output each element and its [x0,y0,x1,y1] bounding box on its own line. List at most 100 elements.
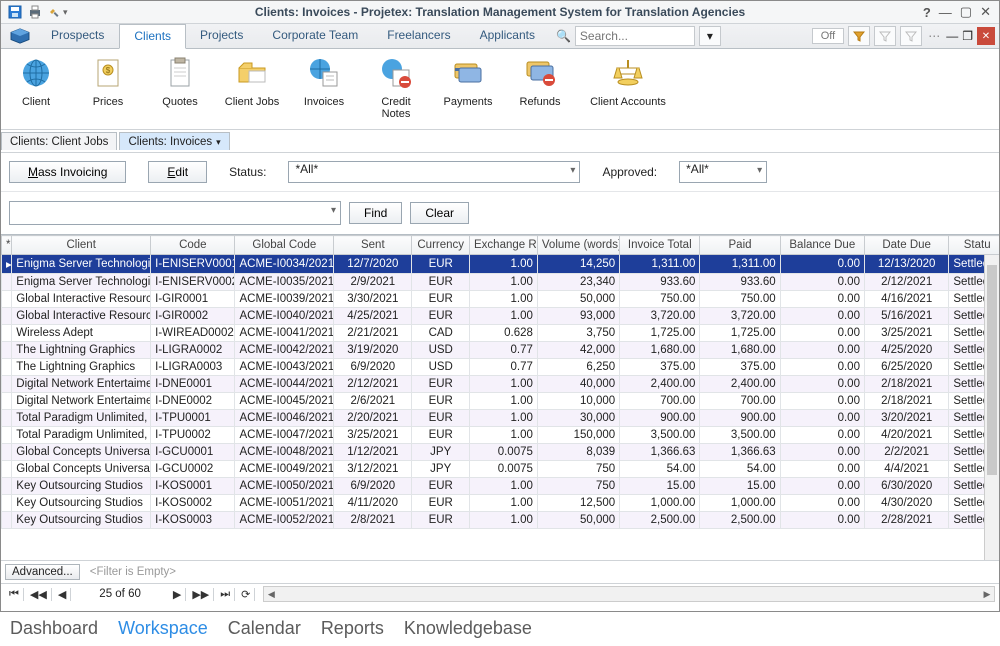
window-title: Clients: Invoices - Projetex: Translatio… [1,5,999,19]
col-status[interactable]: Statu [949,236,999,255]
maximize-icon[interactable]: ▢ [960,4,972,20]
table-row[interactable]: Global Interactive ResourceI-GIR0001ACME… [2,291,1000,308]
horizontal-scrollbar[interactable]: ◀▶ [263,586,995,602]
funnel-off-2-icon[interactable] [900,26,922,46]
payments-icon [448,53,488,93]
inner-restore-icon[interactable]: ❐ [962,29,973,43]
table-row[interactable]: Global Concepts UniversalI-GCU0001ACME-I… [2,444,1000,461]
col-exchange-rate[interactable]: Exchange Ra [470,236,538,255]
ribbon-client-accounts[interactable]: Client Accounts [583,53,673,108]
table-row[interactable]: Key Outsourcing StudiosI-KOS0002ACME-I00… [2,495,1000,512]
mass-invoicing-button[interactable]: Mass Invoicing [9,161,126,183]
globe-icon [16,53,56,93]
minimize-icon[interactable]: — [939,5,952,20]
clear-button[interactable]: Clear [410,202,469,224]
nav-refresh-icon[interactable]: ⟳ [237,588,255,601]
ribbon-client-jobs[interactable]: Client Jobs [223,53,281,108]
table-row[interactable]: Global Concepts UniversalI-GCU0002ACME-I… [2,461,1000,478]
col-volume[interactable]: Volume (words) [537,236,619,255]
ribbon-quotes[interactable]: Quotes [151,53,209,108]
table-row[interactable]: Total Paradigm Unlimited, II-TPU0002ACME… [2,427,1000,444]
approved-combo[interactable]: *All*▾ [679,161,767,183]
edit-button[interactable]: Edit [148,161,207,183]
table-row[interactable]: The Lightning GraphicsI-LIGRA0003ACME-I0… [2,359,1000,376]
table-row[interactable]: Enigma Server TechnologiesI-ENISERV0002A… [2,274,1000,291]
ribbon-prices[interactable]: $ Prices [79,53,137,108]
vertical-scrollbar[interactable] [984,255,999,560]
inner-close-icon[interactable]: ✕ [977,27,995,45]
svg-text:$: $ [106,66,111,75]
nav-prev-page-icon[interactable]: ◀◀ [26,588,52,601]
filter-toggle-icon[interactable] [848,26,870,46]
title-bar: ▾ Clients: Invoices - Projetex: Translat… [1,1,999,24]
table-row[interactable]: Total Paradigm Unlimited, II-TPU0001ACME… [2,410,1000,427]
table-row[interactable]: Key Outsourcing StudiosI-KOS0003ACME-I00… [2,512,1000,529]
col-global-code[interactable]: Global Code [235,236,334,255]
view-subtabs: Clients: Client Jobs Clients: Invoices▾ [1,130,999,153]
ribbon-credit-notes[interactable]: Credit Notes [367,53,425,120]
status-combo[interactable]: *All*▾ [288,161,580,183]
tab-prospects[interactable]: Prospects [37,24,119,48]
invoice-grid: * Client Code Global Code Sent Currency … [1,234,999,560]
table-row[interactable]: The Lightning GraphicsI-LIGRA0002ACME-I0… [2,342,1000,359]
bn-dashboard[interactable]: Dashboard [10,618,98,639]
close-icon[interactable]: ✕ [980,4,991,20]
help-icon[interactable]: ? [923,5,931,20]
app-icon[interactable] [3,24,37,48]
table-row[interactable]: Key Outsourcing StudiosI-KOS0001ACME-I00… [2,478,1000,495]
table-row[interactable]: ▸Enigma Server TechnologiesI-ENISERV0001… [2,255,1000,274]
tab-applicants[interactable]: Applicants [466,24,550,48]
col-indicator[interactable]: * [2,236,12,255]
col-paid[interactable]: Paid [700,236,780,255]
search-dropdown-icon[interactable]: ▾ [699,26,721,46]
bn-reports[interactable]: Reports [321,618,384,639]
tab-projects[interactable]: Projects [186,24,258,48]
table-row[interactable]: Global Interactive ResourceI-GIR0002ACME… [2,308,1000,325]
table-row[interactable]: Digital Network EntertaimeI-DNE0001ACME-… [2,376,1000,393]
approved-label: Approved: [602,165,657,179]
subtab-clients-invoices[interactable]: Clients: Invoices▾ [119,132,229,150]
overflow-icon[interactable]: ⋯ [926,29,942,43]
status-off-toggle[interactable]: Off [812,28,844,44]
subtab-client-jobs[interactable]: Clients: Client Jobs [1,132,117,150]
chevron-down-icon[interactable]: ▾ [216,137,221,147]
bn-knowledgebase[interactable]: Knowledgebase [404,618,532,639]
ribbon-invoices[interactable]: Invoices [295,53,353,108]
ribbon-refunds[interactable]: Refunds [511,53,569,108]
col-balance-due[interactable]: Balance Due [780,236,864,255]
nav-prev-icon[interactable]: ◀ [54,588,71,601]
bn-calendar[interactable]: Calendar [228,618,301,639]
ribbon-payments[interactable]: Payments [439,53,497,108]
ribbon-client[interactable]: Client [7,53,65,108]
tab-clients[interactable]: Clients [119,24,186,49]
quick-save-icon[interactable] [7,4,23,20]
col-date-due[interactable]: Date Due [864,236,948,255]
col-sent[interactable]: Sent [334,236,412,255]
find-button[interactable]: Find [349,202,402,224]
table-row[interactable]: Digital Network EntertaimeI-DNE0002ACME-… [2,393,1000,410]
search-input[interactable] [575,26,695,46]
quick-print-icon[interactable] [27,4,43,20]
table-row[interactable]: Wireless AdeptI-WIREAD0002ACME-I0041/202… [2,325,1000,342]
client-accounts-icon [608,53,648,93]
search-icon[interactable]: 🔍 [556,29,571,43]
col-invoice-total[interactable]: Invoice Total [620,236,700,255]
quick-tools-icon[interactable] [47,4,63,20]
grid-header-row: * Client Code Global Code Sent Currency … [2,236,1000,255]
tab-corporate-team[interactable]: Corporate Team [258,24,373,48]
bn-workspace[interactable]: Workspace [118,618,208,639]
inner-minimize-icon[interactable]: — [946,29,958,43]
advanced-button[interactable]: Advanced... [5,564,80,580]
nav-next-icon[interactable]: ▶ [169,588,186,601]
nav-next-page-icon[interactable]: ▶▶ [188,588,214,601]
tab-freelancers[interactable]: Freelancers [373,24,465,48]
nav-first-icon[interactable]: ⏮ [5,588,24,601]
quick-dropdown-icon[interactable]: ▾ [63,7,68,18]
find-input[interactable]: ▾ [9,201,341,225]
col-currency[interactable]: Currency [412,236,470,255]
chevron-down-icon: ▾ [331,205,336,216]
col-code[interactable]: Code [151,236,235,255]
col-client[interactable]: Client [12,236,151,255]
funnel-off-1-icon[interactable] [874,26,896,46]
nav-last-icon[interactable]: ⏭ [216,588,235,601]
